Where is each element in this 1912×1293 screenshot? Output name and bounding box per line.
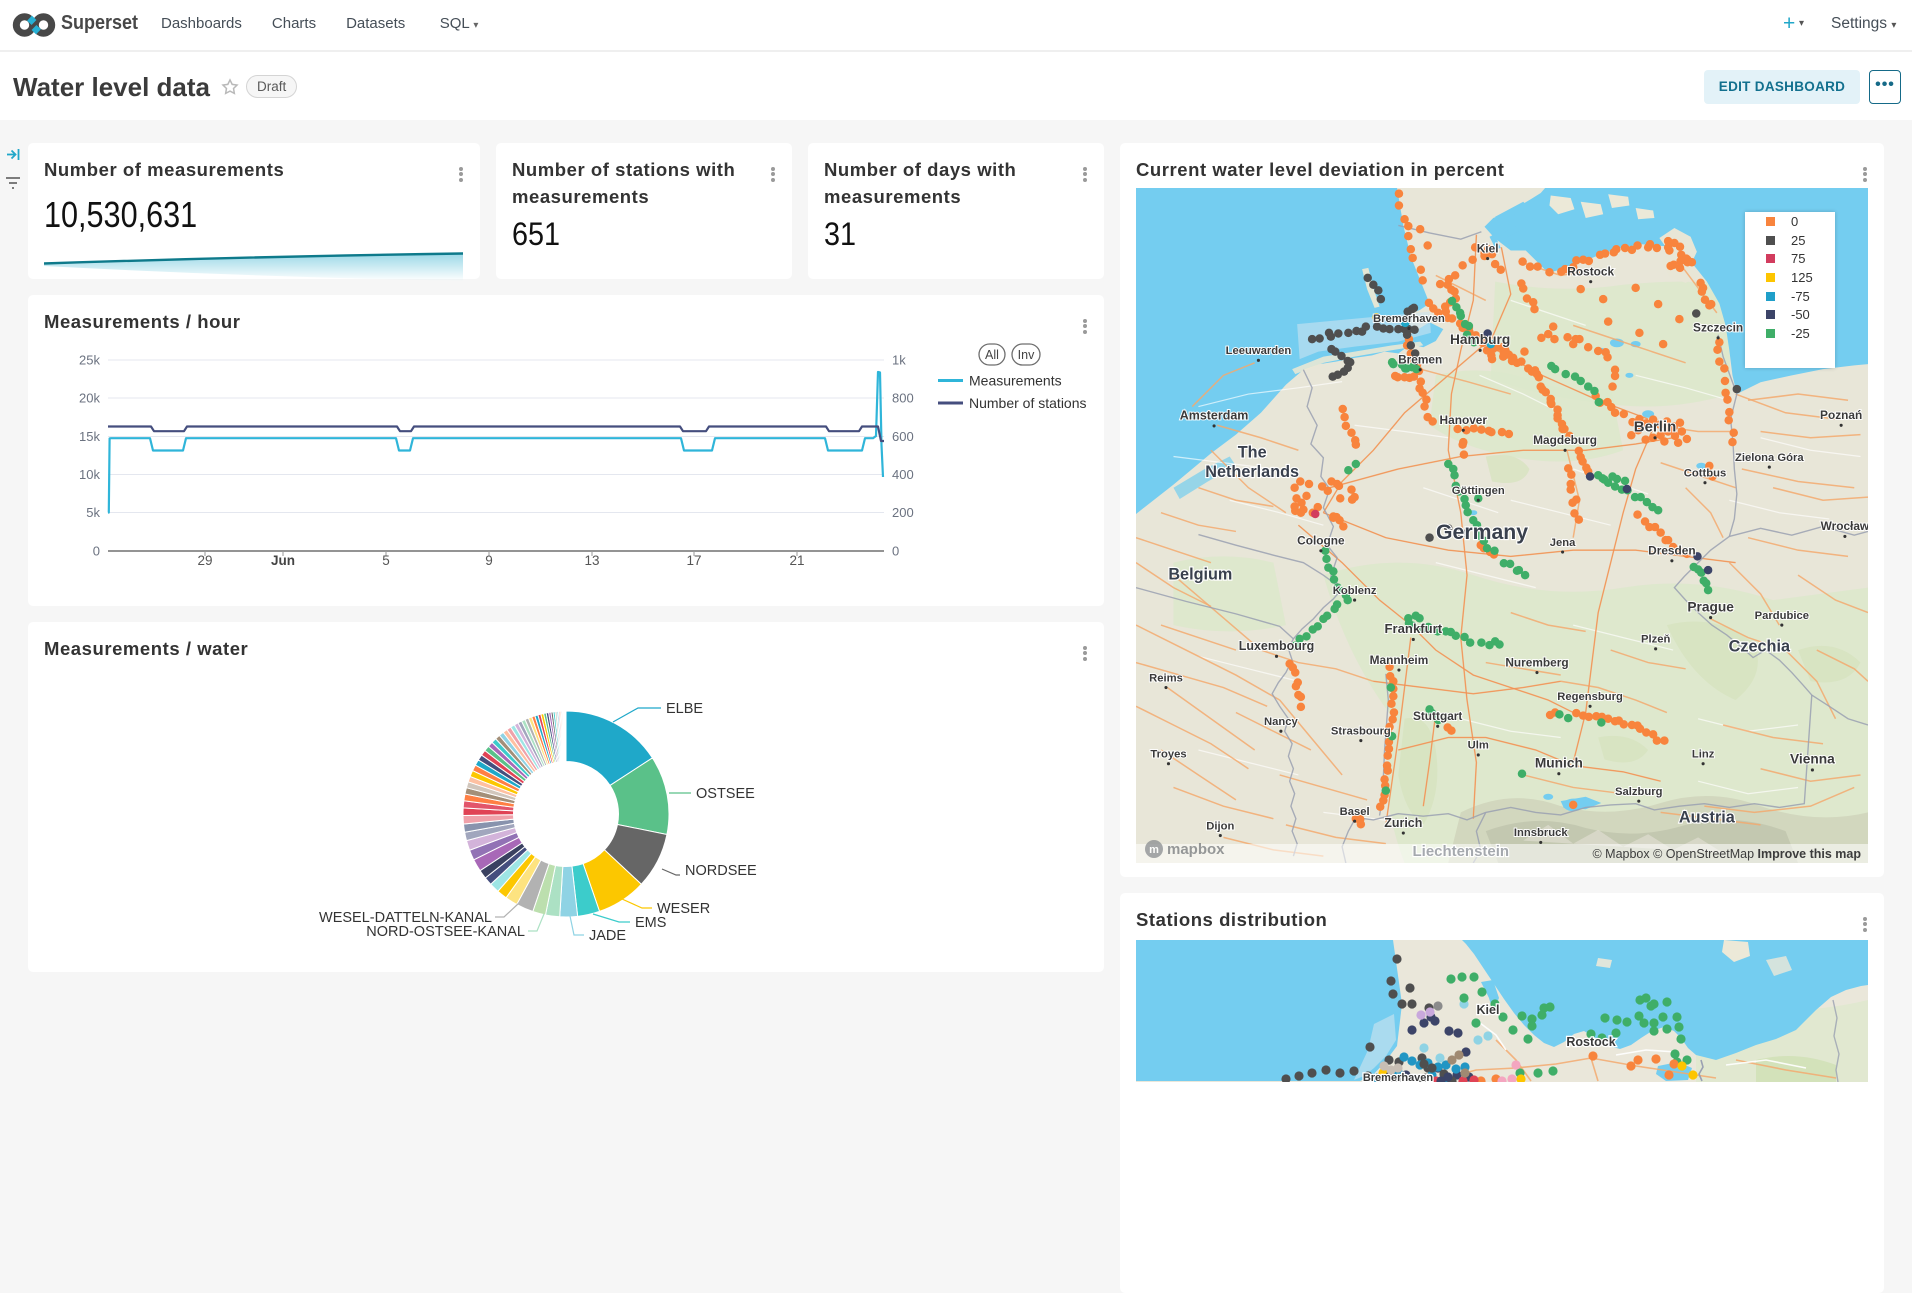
svg-text:EMS: EMS — [635, 915, 666, 931]
svg-text:mapbox: mapbox — [1167, 841, 1225, 858]
svg-text:Zielona Góra: Zielona Góra — [1735, 452, 1804, 464]
svg-text:9: 9 — [485, 553, 493, 568]
svg-text:Bremen: Bremen — [1398, 352, 1442, 366]
svg-text:NORD-OSTSEE-KANAL: NORD-OSTSEE-KANAL — [366, 924, 525, 940]
svg-text:13: 13 — [584, 553, 599, 568]
svg-text:Göttingen: Göttingen — [1452, 485, 1505, 497]
svg-text:Berlin: Berlin — [1634, 419, 1676, 436]
svg-text:Cottbus: Cottbus — [1684, 467, 1726, 479]
svg-text:29: 29 — [197, 553, 212, 568]
svg-text:400: 400 — [892, 467, 914, 482]
svg-text:Dresden: Dresden — [1648, 544, 1695, 558]
svg-text:Kiel: Kiel — [1477, 241, 1499, 255]
svg-text:The: The — [1238, 444, 1267, 462]
svg-text:Prague: Prague — [1687, 599, 1734, 614]
svg-text:Leeuwarden: Leeuwarden — [1226, 345, 1292, 357]
svg-text:Bremerhaven: Bremerhaven — [1373, 313, 1445, 325]
svg-text:Pardubice: Pardubice — [1755, 610, 1809, 622]
svg-text:Czechia: Czechia — [1729, 637, 1791, 655]
svg-text:Troyes: Troyes — [1150, 748, 1186, 760]
svg-text:15k: 15k — [79, 429, 100, 444]
svg-text:Nuremberg: Nuremberg — [1505, 655, 1568, 669]
svg-text:Number of stations: Number of stations — [969, 395, 1087, 411]
svg-text:Mannheim: Mannheim — [1370, 653, 1429, 667]
svg-text:Vienna: Vienna — [1790, 752, 1835, 767]
svg-text:m: m — [1149, 844, 1159, 856]
svg-text:Reims: Reims — [1149, 672, 1183, 684]
svg-text:Luxembourg: Luxembourg — [1239, 639, 1315, 653]
svg-text:Wrocław: Wrocław — [1821, 519, 1868, 533]
svg-text:Frankfurt: Frankfurt — [1385, 621, 1443, 636]
svg-text:Magdeburg: Magdeburg — [1533, 433, 1597, 447]
svg-text:200: 200 — [892, 505, 914, 520]
svg-text:Rostock: Rostock — [1566, 1035, 1615, 1049]
svg-text:Measurements: Measurements — [969, 373, 1062, 389]
svg-text:Belgium: Belgium — [1168, 566, 1232, 584]
svg-text:Innsbruck: Innsbruck — [1514, 827, 1568, 839]
svg-text:Munich: Munich — [1535, 755, 1583, 770]
svg-text:0: 0 — [892, 544, 899, 559]
svg-text:Rostock: Rostock — [1567, 264, 1614, 278]
svg-text:Dijon: Dijon — [1206, 820, 1234, 832]
svg-text:Szczecin: Szczecin — [1693, 321, 1743, 335]
svg-text:WESEL-DATTELN-KANAL: WESEL-DATTELN-KANAL — [319, 910, 492, 926]
svg-text:25k: 25k — [79, 353, 100, 368]
svg-text:Amsterdam: Amsterdam — [1180, 409, 1249, 423]
svg-text:600: 600 — [892, 429, 914, 444]
svg-text:5k: 5k — [86, 505, 100, 520]
svg-text:21: 21 — [789, 553, 804, 568]
svg-text:Hanover: Hanover — [1440, 413, 1488, 427]
svg-text:Plzeň: Plzeň — [1641, 634, 1670, 646]
svg-text:800: 800 — [892, 391, 914, 406]
svg-text:5: 5 — [382, 553, 390, 568]
svg-text:0: 0 — [93, 544, 100, 559]
svg-text:Jena: Jena — [1550, 537, 1576, 549]
svg-text:Netherlands: Netherlands — [1205, 463, 1299, 481]
svg-text:Stuttgart: Stuttgart — [1413, 709, 1462, 723]
svg-text:Zurich: Zurich — [1384, 816, 1422, 830]
svg-text:Linz: Linz — [1692, 748, 1715, 760]
svg-text:Koblenz: Koblenz — [1333, 585, 1377, 597]
svg-text:Kiel: Kiel — [1477, 1003, 1500, 1017]
svg-text:Germany: Germany — [1436, 521, 1528, 544]
svg-text:Cologne: Cologne — [1297, 534, 1345, 548]
svg-text:ELBE: ELBE — [666, 701, 703, 717]
svg-text:All: All — [985, 348, 999, 362]
svg-text:OSTSEE: OSTSEE — [696, 786, 755, 802]
svg-text:Salzburg: Salzburg — [1615, 786, 1663, 798]
svg-text:Austria: Austria — [1679, 808, 1736, 826]
svg-text:Hamburg: Hamburg — [1450, 332, 1510, 347]
svg-text:JADE: JADE — [589, 928, 626, 944]
svg-text:Basel: Basel — [1340, 806, 1370, 818]
svg-text:Jun: Jun — [271, 553, 295, 568]
svg-text:1k: 1k — [892, 353, 906, 368]
svg-text:Regensburg: Regensburg — [1557, 691, 1623, 703]
svg-text:17: 17 — [686, 553, 701, 568]
svg-text:10k: 10k — [79, 467, 100, 482]
svg-text:20k: 20k — [79, 391, 100, 406]
svg-text:NORDSEE: NORDSEE — [685, 863, 757, 879]
svg-text:Nancy: Nancy — [1264, 716, 1298, 728]
svg-text:Ulm: Ulm — [1468, 740, 1489, 752]
svg-text:Strasbourg: Strasbourg — [1331, 725, 1391, 737]
svg-text:Poznań: Poznań — [1820, 408, 1862, 422]
svg-text:Inv: Inv — [1018, 348, 1035, 362]
